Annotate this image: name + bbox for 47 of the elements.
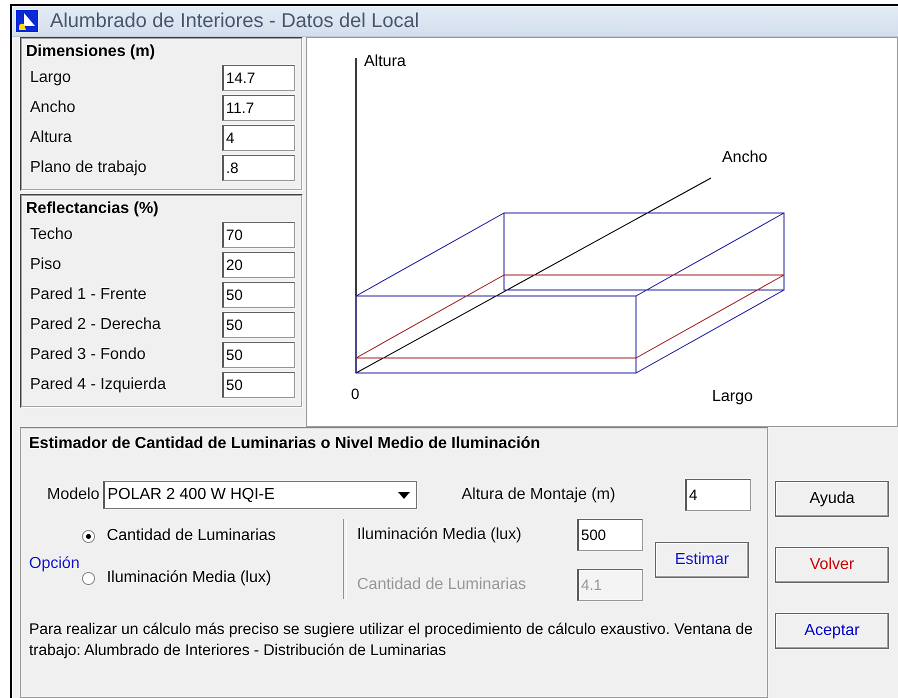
- field-label: Largo: [29, 69, 71, 87]
- window-title: Alumbrado de Interiores - Datos del Local: [50, 10, 420, 32]
- caret-icon: [398, 492, 410, 498]
- field-label: Pared 3 - Fondo: [29, 346, 146, 364]
- input-field[interactable]: 4: [685, 479, 751, 511]
- axis-label: Ancho: [722, 149, 768, 166]
- axis-label: Largo: [712, 388, 753, 405]
- model-dropdown[interactable]: POLAR 2 400 W HQI-E: [103, 481, 418, 509]
- input-field[interactable]: 4: [222, 125, 295, 151]
- axis-label: 0: [351, 386, 360, 403]
- field-label: Techo: [29, 226, 73, 244]
- field-label: Plano de trabajo: [29, 159, 147, 177]
- radio-option[interactable]: Iluminación Media (lux): [82, 569, 276, 587]
- radio-button[interactable]: [82, 572, 95, 584]
- input-field[interactable]: 50: [222, 312, 295, 338]
- option-label: Opción: [29, 555, 80, 573]
- input-field[interactable]: 70: [222, 222, 295, 248]
- axis-label: Altura: [364, 53, 406, 70]
- dialog-button[interactable]: Volver: [775, 547, 889, 583]
- app-icon: [16, 10, 38, 32]
- input-field[interactable]: 50: [222, 372, 295, 398]
- field-label: Cantidad de Luminarias: [357, 576, 526, 594]
- panel-title: Estimador de Cantidad de Luminarias o Nivel Medio de Iluminación: [29, 435, 542, 453]
- field-label: Pared 4 - Izquierda: [29, 376, 166, 394]
- field-label: Piso: [29, 256, 62, 274]
- radio-button[interactable]: [82, 530, 95, 542]
- field-label: Ancho: [29, 99, 76, 117]
- input-field[interactable]: 50: [222, 342, 295, 368]
- field-label: Altura: [29, 129, 72, 147]
- field-label: Pared 2 - Derecha: [29, 316, 161, 334]
- group-title: Reflectancias (%): [26, 200, 160, 218]
- field-label: Altura de Montaje (m): [460, 486, 616, 504]
- field-label: Iluminación Media (lux): [357, 526, 522, 544]
- note-text: Para realizar un cálculo más preciso se sugiere utilizar el procedimiento de cálculo exaustivo. Ventana de trabajo: Alumbrado de Interiores - Distribución de Luminarias: [29, 620, 754, 661]
- estimate-button[interactable]: Estimar: [655, 542, 749, 578]
- input-field[interactable]: 50: [222, 282, 295, 308]
- input-field[interactable]: .8: [222, 155, 295, 181]
- field-label: Pared 1 - Frente: [29, 286, 146, 304]
- input-field[interactable]: 20: [222, 252, 295, 278]
- input-field[interactable]: 14.7: [222, 65, 295, 91]
- group-title: Dimensiones (m): [26, 43, 156, 61]
- radio-option[interactable]: Cantidad de Luminarias: [82, 527, 276, 545]
- input-field[interactable]: 11.7: [222, 95, 295, 121]
- dialog-button[interactable]: Aceptar: [775, 613, 889, 649]
- input-field[interactable]: 500: [577, 519, 643, 551]
- dialog-button[interactable]: Ayuda: [775, 481, 889, 517]
- field-label: Modelo: [46, 486, 100, 504]
